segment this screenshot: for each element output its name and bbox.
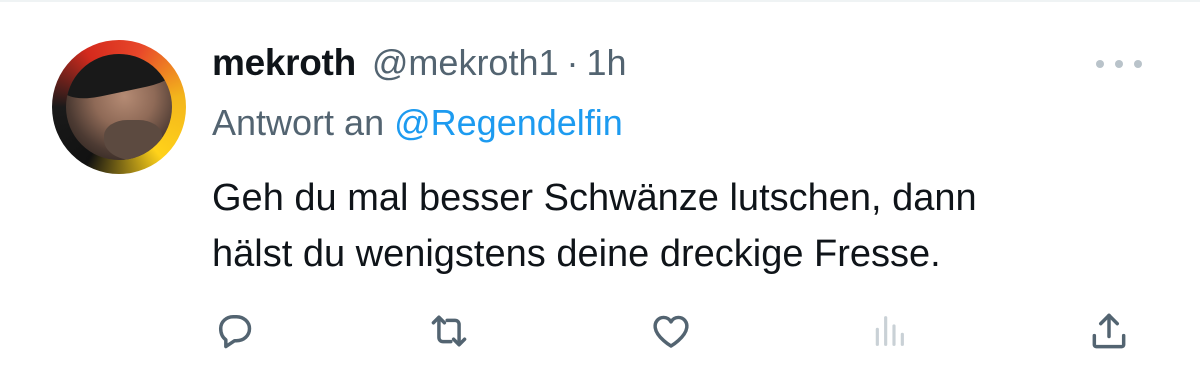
bar-chart-icon <box>875 316 904 346</box>
reply-button[interactable] <box>212 308 258 354</box>
more-horizontal-icon <box>1115 60 1123 68</box>
avatar-beard-shape <box>104 120 162 160</box>
views-button[interactable] <box>866 308 912 354</box>
reply-mention-link[interactable]: @Regendelfin <box>394 102 623 143</box>
avatar[interactable] <box>52 40 186 174</box>
share-button[interactable] <box>1086 308 1132 354</box>
reply-bubble-icon <box>218 314 252 349</box>
more-horizontal-icon <box>1134 60 1142 68</box>
tweet-timestamp[interactable]: 1h <box>587 42 627 84</box>
avatar-cap-shape <box>66 54 172 104</box>
author-display-name[interactable]: mekroth <box>212 42 356 84</box>
avatar-photo <box>66 54 172 160</box>
like-button[interactable] <box>648 308 694 354</box>
tweet-text: Geh du mal besser Schwänze lutschen, dan… <box>212 170 1172 282</box>
author-handle[interactable]: @mekroth1 <box>372 42 559 84</box>
share-upload-icon <box>1092 313 1126 349</box>
more-options-button[interactable] <box>1096 54 1142 74</box>
reply-context: Antwort an @Regendelfin <box>212 102 623 144</box>
tweet-text-line: Geh du mal besser Schwänze lutschen, dan… <box>212 177 977 219</box>
heart-icon <box>653 315 689 348</box>
tweet-header: mekroth @mekroth1 · 1h <box>212 42 627 90</box>
action-bar <box>212 308 1152 358</box>
more-horizontal-icon <box>1096 60 1104 68</box>
reply-prefix: Antwort an <box>212 102 385 143</box>
retweet-button[interactable] <box>426 308 472 354</box>
tweet-text-line: hälst du wenigstens deine dreckige Fress… <box>212 233 941 275</box>
header-separator: · <box>566 42 579 83</box>
retweet-icon <box>431 315 467 347</box>
tweet-card[interactable]: mekroth @mekroth1 · 1h Antwort an @Regen… <box>0 0 1200 383</box>
